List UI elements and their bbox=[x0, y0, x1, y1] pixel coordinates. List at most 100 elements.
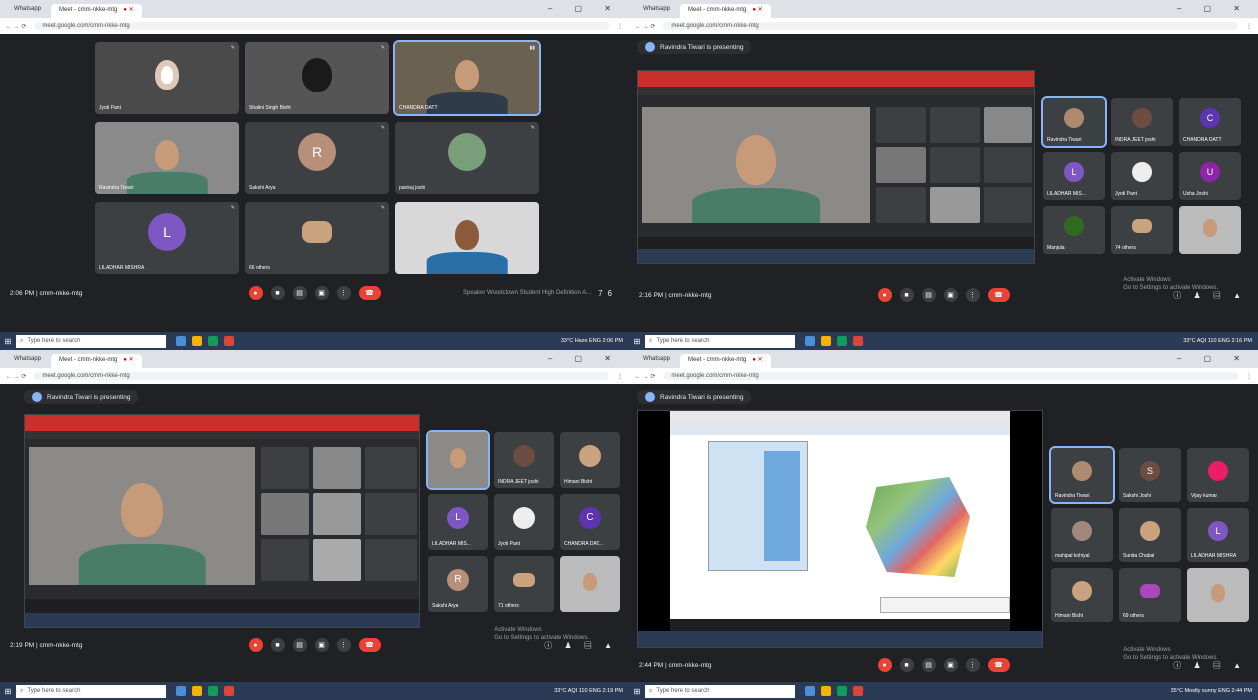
nav-icons[interactable]: ← → ⟳ bbox=[6, 23, 26, 30]
windows-start-icon[interactable]: ⊞ bbox=[0, 687, 16, 696]
windows-start-icon[interactable]: ⊞ bbox=[629, 337, 645, 346]
captions-button[interactable]: ▤ bbox=[921, 288, 936, 302]
system-tray[interactable]: 33°C AQI 110 ENG 2:16 PM bbox=[1183, 338, 1252, 344]
participant-tile[interactable]: Shalini Singh Bisht ✎ bbox=[245, 42, 389, 114]
address-bar[interactable]: meet.google.com/cmm-nkke-mtg bbox=[663, 22, 1238, 30]
participant-tile[interactable] bbox=[395, 202, 539, 274]
taskview-icon[interactable] bbox=[805, 336, 815, 346]
tab-whatsapp[interactable]: Whatsapp bbox=[635, 4, 678, 18]
mic-button[interactable]: ● bbox=[248, 638, 263, 652]
explorer-icon[interactable] bbox=[821, 336, 831, 346]
close-icon[interactable]: ● ✕ bbox=[752, 7, 762, 13]
app-icon[interactable] bbox=[853, 686, 863, 696]
explorer-icon[interactable] bbox=[192, 336, 202, 346]
participant-tile[interactable]: Vijay kumar bbox=[1187, 448, 1249, 502]
end-call-button[interactable]: ☎ bbox=[987, 288, 1010, 302]
menu-icon[interactable]: ⋮ bbox=[1246, 23, 1252, 30]
participant-tile[interactable]: 69 others bbox=[1119, 568, 1181, 622]
taskview-icon[interactable] bbox=[805, 686, 815, 696]
camera-button[interactable]: ■ bbox=[899, 288, 914, 302]
participant-tile[interactable]: Himani Bisht bbox=[560, 432, 620, 488]
participant-tile[interactable] bbox=[426, 430, 490, 490]
taskbar-search[interactable]: ⌕ Type here to search bbox=[16, 334, 166, 348]
taskbar-search[interactable]: ⌕ Type here to search bbox=[645, 684, 795, 698]
captions-button[interactable]: ▤ bbox=[292, 638, 307, 652]
more-button[interactable]: ⋮ bbox=[336, 286, 351, 300]
nav-icons[interactable]: ← → ⟳ bbox=[635, 373, 655, 380]
taskbar-search[interactable]: ⌕ Type here to search bbox=[16, 684, 166, 698]
participant-tile[interactable]: Manjula bbox=[1043, 206, 1105, 254]
participant-tile[interactable] bbox=[560, 556, 620, 612]
present-button[interactable]: ▣ bbox=[314, 638, 329, 652]
participant-tile[interactable]: 71 others bbox=[494, 556, 554, 612]
menu-icon[interactable]: ⋮ bbox=[1246, 373, 1252, 380]
end-call-button[interactable]: ☎ bbox=[358, 638, 381, 652]
windows-start-icon[interactable]: ⊞ bbox=[0, 337, 16, 346]
close-icon[interactable]: ● ✕ bbox=[123, 7, 133, 13]
close-icon[interactable]: ● ✕ bbox=[123, 357, 133, 363]
address-bar[interactable]: meet.google.com/cmm-nkke-mtg bbox=[663, 372, 1238, 380]
participant-tile[interactable]: Jyoti Pant bbox=[494, 494, 554, 550]
participant-tile[interactable]: Himani Bisht bbox=[1051, 568, 1113, 622]
participant-tile[interactable]: Ravindra Tiwari bbox=[1041, 96, 1107, 148]
mic-button[interactable]: ● bbox=[877, 288, 892, 302]
tab-meet[interactable]: Meet - cmm-nkke-mtg ● ✕ bbox=[51, 4, 142, 18]
taskbar-search[interactable]: ⌕ Type here to search bbox=[645, 334, 795, 348]
app-icon[interactable] bbox=[224, 686, 234, 696]
participant-tile[interactable]: S Sakshi Joshi bbox=[1119, 448, 1181, 502]
menu-icon[interactable]: ⋮ bbox=[617, 373, 623, 380]
app-icon[interactable] bbox=[853, 336, 863, 346]
address-bar[interactable]: meet.google.com/cmm-nkke-mtg bbox=[34, 372, 609, 380]
chrome-icon[interactable] bbox=[208, 686, 218, 696]
participant-tile[interactable]: Jyoti Pant bbox=[1111, 152, 1173, 200]
participant-tile[interactable]: Sunita Chabal bbox=[1119, 508, 1181, 562]
camera-button[interactable]: ■ bbox=[270, 638, 285, 652]
participant-tile[interactable]: INDRA JEET joshi bbox=[1111, 98, 1173, 146]
explorer-icon[interactable] bbox=[192, 686, 202, 696]
participant-tile[interactable]: L LILADHAR MIS... bbox=[1043, 152, 1105, 200]
tab-whatsapp[interactable]: Whatsapp bbox=[6, 4, 49, 18]
tab-meet[interactable]: Meet - cmm-nkke-mtg ● ✕ bbox=[680, 354, 771, 368]
window-controls[interactable]: – ▢ ✕ bbox=[548, 354, 621, 363]
window-controls[interactable]: – ▢ ✕ bbox=[1177, 354, 1250, 363]
mic-button[interactable]: ● bbox=[877, 658, 892, 672]
participant-tile[interactable]: C CHANDRA DATT bbox=[1179, 98, 1241, 146]
participant-tile[interactable]: 66 others ✎ bbox=[245, 202, 389, 274]
participant-tile[interactable]: INDRA JEET joshi bbox=[494, 432, 554, 488]
participant-tile[interactable]: pankaj joshi ✎ bbox=[395, 122, 539, 194]
tab-whatsapp[interactable]: Whatsapp bbox=[6, 354, 49, 368]
more-button[interactable]: ⋮ bbox=[336, 638, 351, 652]
participant-tile[interactable]: C CHANDRA DAT... bbox=[560, 494, 620, 550]
end-call-button[interactable]: ☎ bbox=[358, 286, 381, 300]
taskview-icon[interactable] bbox=[176, 686, 186, 696]
end-call-button[interactable]: ☎ bbox=[987, 658, 1010, 672]
participant-tile[interactable]: Ravindra Tiwari bbox=[1049, 446, 1115, 504]
meeting-info-icons[interactable]: ⓘ ♟ ▤ ▲ bbox=[544, 640, 617, 651]
close-icon[interactable]: ● ✕ bbox=[752, 357, 762, 363]
more-button[interactable]: ⋮ bbox=[965, 658, 980, 672]
chrome-icon[interactable] bbox=[208, 336, 218, 346]
system-tray[interactable]: 33°C AQI 110 ENG 2:19 PM bbox=[554, 688, 623, 694]
participant-tile[interactable]: L LILADHAR MIS... bbox=[428, 494, 488, 550]
participant-tile[interactable]: CHANDRA DATT ▮▮ bbox=[393, 40, 541, 116]
participant-tile[interactable] bbox=[1187, 568, 1249, 622]
captions-button[interactable]: ▤ bbox=[292, 286, 307, 300]
window-controls[interactable]: – ▢ ✕ bbox=[1177, 4, 1250, 13]
system-tray[interactable]: 35°C Mostly sunny ENG 2:44 PM bbox=[1171, 688, 1252, 694]
chrome-icon[interactable] bbox=[837, 686, 847, 696]
participant-tile[interactable]: U Usha Joshi bbox=[1179, 152, 1241, 200]
participant-tile[interactable]: Jyoti Pant ✎ bbox=[95, 42, 239, 114]
participant-tile[interactable]: Ravindra Tiwari bbox=[95, 122, 239, 194]
tab-whatsapp[interactable]: Whatsapp bbox=[635, 354, 678, 368]
menu-icon[interactable]: ⋮ bbox=[617, 23, 623, 30]
participant-tile[interactable]: 74 others bbox=[1111, 206, 1173, 254]
windows-start-icon[interactable]: ⊞ bbox=[629, 687, 645, 696]
tab-meet[interactable]: Meet - cmm-nkke-mtg ● ✕ bbox=[680, 4, 771, 18]
participant-tile[interactable]: R Sakshi Arya ✎ bbox=[245, 122, 389, 194]
mic-button[interactable]: ● bbox=[248, 286, 263, 300]
address-bar[interactable]: meet.google.com/cmm-nkke-mtg bbox=[34, 22, 609, 30]
participant-tile[interactable]: R Sakshi Arya bbox=[428, 556, 488, 612]
taskview-icon[interactable] bbox=[176, 336, 186, 346]
system-tray[interactable]: 33°C Haze ENG 2:06 PM bbox=[561, 338, 623, 344]
present-button[interactable]: ▣ bbox=[943, 658, 958, 672]
